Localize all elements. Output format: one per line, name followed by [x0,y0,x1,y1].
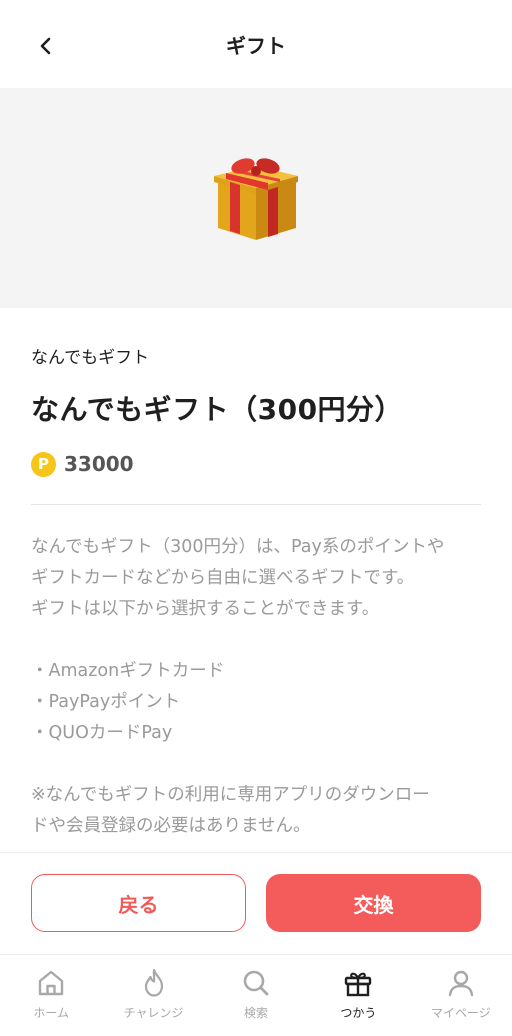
gift-hero-banner [0,88,512,308]
tab-mypage[interactable]: マイページ [410,955,512,1036]
tab-use[interactable]: つかう [307,955,409,1036]
option-item: ・Amazonギフトカード [31,661,225,681]
tab-search[interactable]: 検索 [205,955,307,1036]
person-icon [448,970,474,997]
gift-points: P 33000 [31,450,481,478]
tab-label: つかう [340,1006,377,1020]
gift-icon [345,972,372,997]
tab-home[interactable]: ホーム [0,955,102,1036]
bottom-tab-bar: ホーム チャレンジ 検索 つかう マイページ [0,954,512,1036]
action-bar: 戻る 交換 [0,852,512,954]
note-line: ※なんでもギフトの利用に専用アプリのダウンロー [31,785,430,805]
gift-description: なんでもギフト（300円分）は、Pay系のポイントや ギフトカードなどから自由に… [31,532,481,842]
tab-label: ホーム [33,1006,70,1020]
search-icon [243,970,269,996]
page-title: ギフト [226,34,286,58]
tab-label: 検索 [244,1006,269,1020]
gift-title: なんでもギフト（300円分） [31,393,404,426]
description-line: なんでもギフト（300円分）は、Pay系のポイントや [31,537,445,557]
gift-category: なんでもギフト [31,348,150,368]
description-line: ギフトは以下から選択することができます。 [31,599,380,619]
gift-detail: なんでもギフト なんでもギフト（300円分） P 33000 なんでもギフト（3… [0,308,512,842]
tab-label: マイページ [430,1006,491,1020]
description-line: ギフトカードなどから自由に選べるギフトです。 [31,568,415,588]
tab-challenge[interactable]: チャレンジ [102,955,204,1036]
back-action-button[interactable]: 戻る [31,874,246,932]
flame-icon [144,968,163,997]
option-item: ・QUOカードPay [31,723,173,743]
home-icon [39,970,64,996]
option-item: ・PayPayポイント [31,692,181,712]
app-header: ギフト [0,0,512,88]
gift-box-icon [214,158,298,240]
point-icon: P [31,451,56,477]
points-value: 33000 [64,452,134,476]
exchange-button[interactable]: 交換 [266,874,481,932]
tab-label: チャレンジ [123,1006,184,1020]
divider [31,504,481,505]
note-line: ドや会員登録の必要はありません。 [31,816,311,836]
